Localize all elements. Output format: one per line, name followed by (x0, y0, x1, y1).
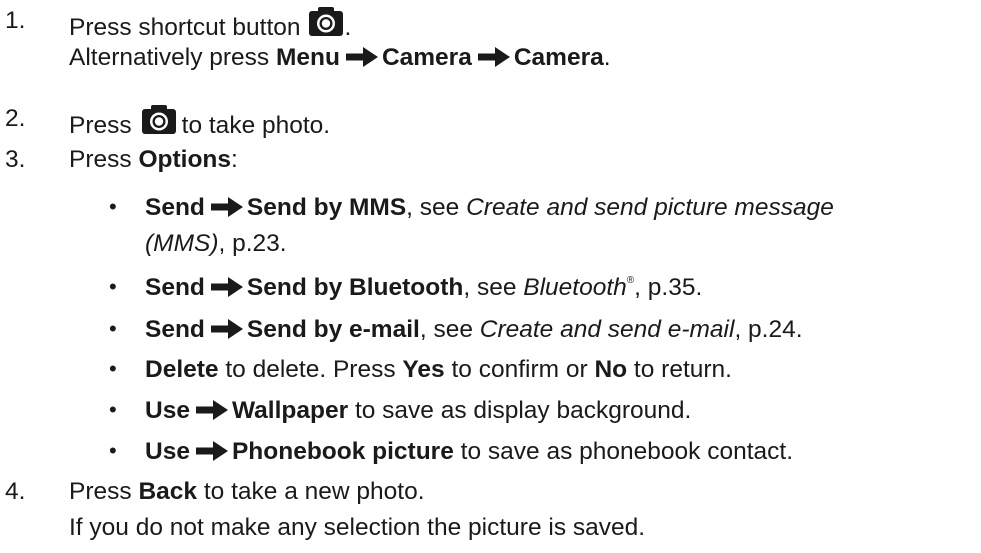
bullet-text-segment: , see (419, 316, 473, 343)
step-text-segment: . (344, 14, 352, 41)
send-target-label: Send by e-mail (246, 316, 420, 343)
right-arrow-icon (211, 277, 243, 297)
page-reference: , p.23. (218, 230, 287, 257)
cross-reference: (MMS) (145, 230, 219, 257)
bullet-text-segment: to save as phonebook contact. (460, 438, 793, 465)
step-text-segment: Alternatively press (69, 44, 270, 71)
cross-reference: Create and send picture message (466, 194, 834, 221)
step-text-segment: . (603, 44, 611, 71)
back-label: Back (138, 478, 198, 505)
step-number: 2. (5, 105, 26, 132)
bullet-dot: • (109, 274, 117, 299)
use-label: Use (145, 438, 190, 465)
bullet-dot: • (109, 194, 117, 219)
step-text-segment: to take photo. (181, 112, 331, 139)
step-text-segment: Press shortcut button (69, 14, 301, 41)
bullet-text: Send Send by MMS, see Create and send pic… (145, 194, 834, 222)
step-text-segment: : (231, 146, 238, 173)
page-reference: , p.24. (734, 316, 803, 343)
bullet-dot: • (109, 397, 117, 422)
step-text-segment: Press (69, 478, 132, 505)
send-target-label: Send by MMS (246, 194, 407, 221)
phonebook-picture-label: Phonebook picture (231, 438, 454, 465)
send-target-label: Send by Bluetooth (246, 274, 464, 301)
cross-reference: Bluetooth (523, 274, 627, 301)
bullet-text: Use Wallpaper to save as display backgrou… (145, 397, 691, 425)
step-text: Press Options: (69, 146, 238, 174)
step-number: 4. (5, 478, 26, 505)
right-arrow-icon (211, 197, 243, 217)
options-label: Options (138, 146, 231, 173)
right-arrow-icon (196, 400, 228, 420)
use-label: Use (145, 397, 190, 424)
menu-label: Menu (275, 44, 340, 71)
bullet-text: Delete to delete. Press Yes to confirm o… (145, 356, 732, 384)
right-arrow-icon (211, 319, 243, 339)
bullet-text-segment: to delete. Press (225, 356, 396, 383)
bullet-dot: • (109, 356, 117, 381)
bullet-text: Use Phonebook picture to save as phoneboo… (145, 438, 793, 466)
step-text: Press to take photo. (69, 105, 330, 140)
page-reference: , p.35. (634, 274, 703, 301)
send-label: Send (145, 316, 205, 343)
bullet-text-segment: , see (463, 274, 517, 301)
bullet-text: (MMS), p.23. (145, 230, 287, 258)
step-number: 3. (5, 146, 26, 173)
bullet-dot: • (109, 438, 117, 463)
step-text: Alternatively press Menu Camera Camera. (69, 44, 611, 72)
yes-label: Yes (402, 356, 445, 383)
bullet-text: Send Send by Bluetooth, see Bluetooth®, p… (145, 274, 702, 302)
bullet-dot: • (109, 316, 117, 341)
right-arrow-icon (478, 47, 510, 67)
step-number: 1. (5, 7, 26, 34)
bullet-text: Send Send by e-mail, see Create and send … (145, 316, 803, 344)
bullet-text-segment: to return. (633, 356, 732, 383)
step-text: Press shortcut button. (69, 7, 351, 42)
bullet-text-segment: , see (406, 194, 460, 221)
step-text: If you do not make any selection the pic… (69, 514, 646, 541)
step-text: Press Back to take a new photo. (69, 478, 425, 506)
step-text-segment: to take a new photo. (203, 478, 425, 505)
right-arrow-icon (346, 47, 378, 67)
camera-icon (142, 105, 176, 134)
bullet-text-segment: to confirm or (451, 356, 588, 383)
no-label: No (594, 356, 628, 383)
camera-label: Camera (513, 44, 604, 71)
cross-reference: Create and send e-mail (479, 316, 735, 343)
bullet-text-segment: to save as display background. (354, 397, 692, 424)
camera-label: Camera (381, 44, 472, 71)
step-text-segment: Press (69, 112, 132, 139)
send-label: Send (145, 194, 205, 221)
camera-icon (309, 7, 343, 36)
step-text-segment: Press (69, 146, 132, 173)
send-label: Send (145, 274, 205, 301)
right-arrow-icon (196, 441, 228, 461)
wallpaper-label: Wallpaper (231, 397, 349, 424)
delete-label: Delete (145, 356, 219, 383)
